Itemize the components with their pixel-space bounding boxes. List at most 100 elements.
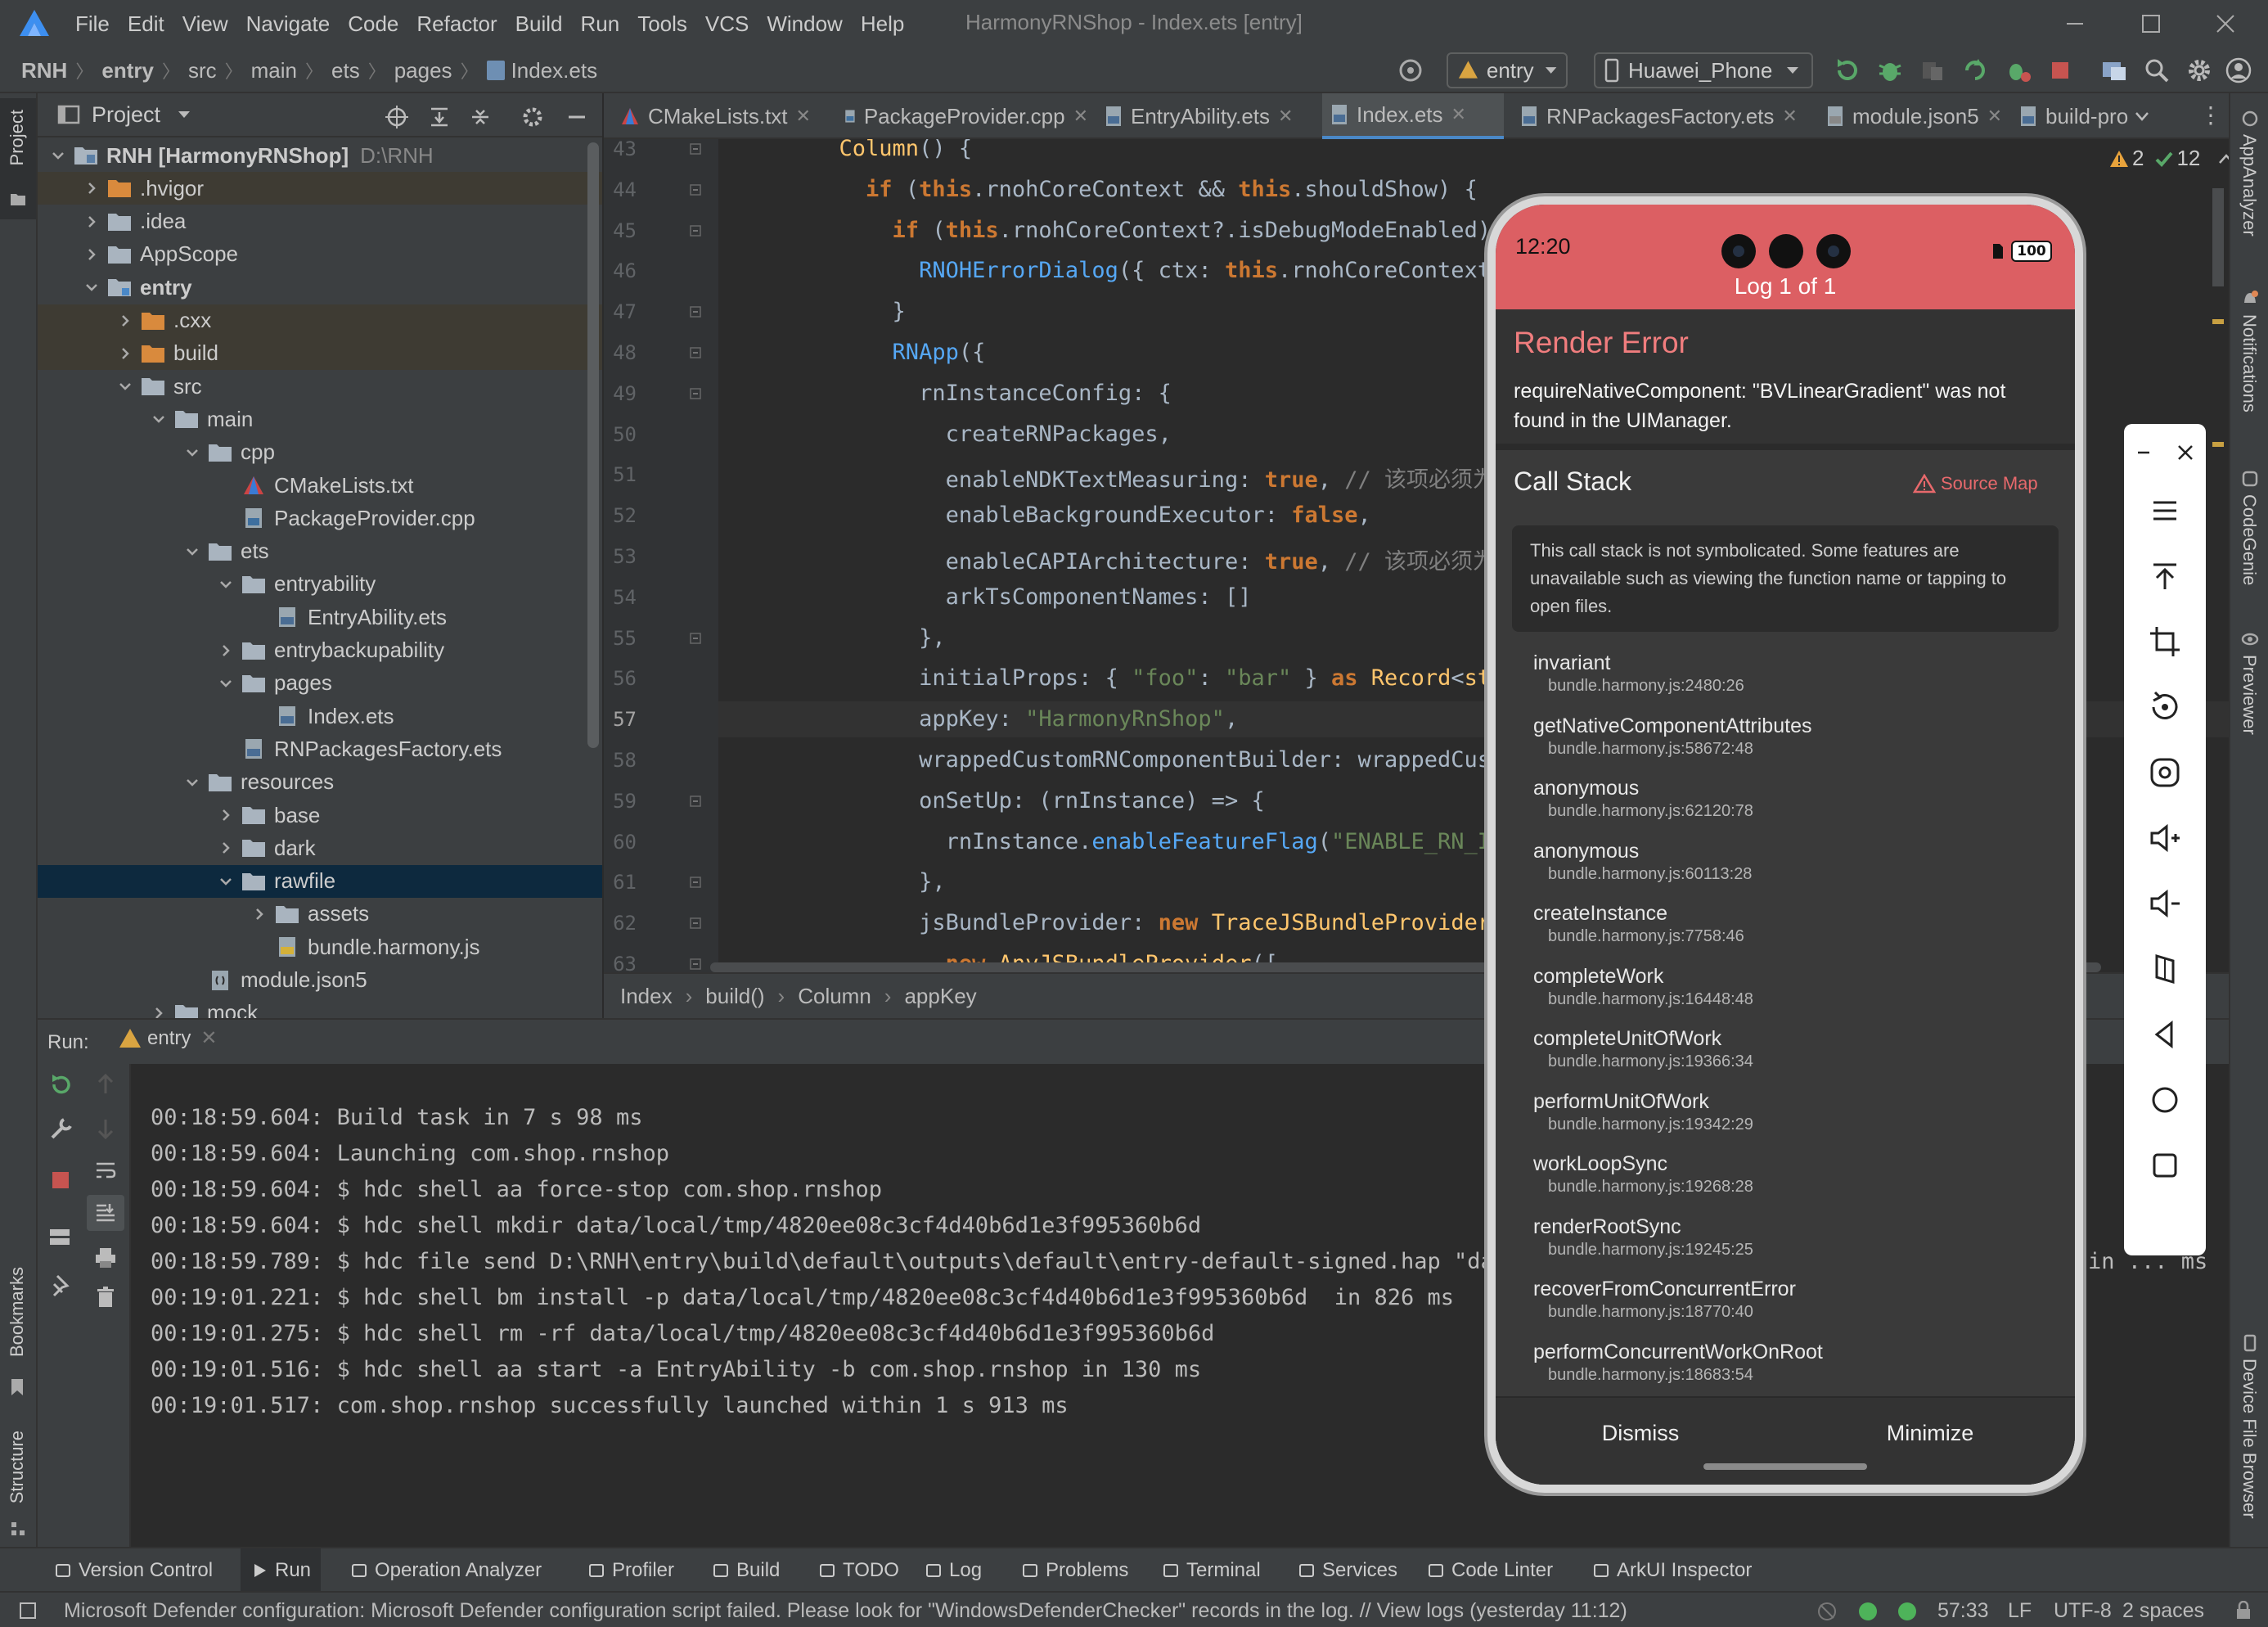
maximize-window-icon[interactable] [2126,7,2175,41]
bottom-tab[interactable]: Run [241,1548,322,1593]
pin-top-icon[interactable] [2145,557,2185,596]
back-icon[interactable] [2145,1015,2185,1054]
menu-tools[interactable]: Tools [637,11,687,37]
hide-panel-icon[interactable] [565,105,589,129]
line-separator[interactable]: LF [2008,1599,2032,1623]
project-view-label[interactable]: Project [92,102,160,128]
minimize-icon[interactable] [2135,448,2152,457]
rerun-icon[interactable] [1833,56,1862,85]
editor-tab[interactable]: module.json5 ✕ [1818,93,2003,139]
run-tab-entry[interactable]: entry ✕ [118,1026,217,1050]
chevron-right-icon[interactable] [218,808,233,823]
close-icon[interactable]: ✕ [200,1026,217,1050]
breadcrumb-item[interactable]: ets [331,58,360,83]
bottom-tab[interactable]: TODO [808,1548,909,1593]
tree-item[interactable]: Index.ets [38,700,602,732]
device-manager-icon[interactable] [2099,56,2129,85]
chevron-down-icon[interactable] [218,676,233,691]
breadcrumb-item[interactable]: RNH [21,58,67,83]
chevron-right-icon[interactable] [218,643,233,658]
breadcrumb-item[interactable]: Index.ets [511,58,598,83]
chevron-down-icon[interactable] [177,110,191,119]
gear-icon[interactable] [2185,56,2214,85]
target-icon[interactable] [1396,56,1425,85]
phone-screen[interactable]: 12:20 100 Log 1 of 1 Render Error requir… [1496,205,2075,1485]
recents-icon[interactable] [2145,1146,2185,1185]
close-icon[interactable]: ✕ [1073,106,1088,127]
stack-frame[interactable]: performUnitOfWork bundle.harmony.js:19342… [1533,1090,1753,1134]
fold-icon[interactable] [2145,949,2185,989]
appanalyzer-tool-button[interactable]: AppAnalyzer [2230,110,2268,273]
inspection-widget[interactable]: 2 12 [2109,146,2229,171]
menu-build[interactable]: Build [515,11,563,37]
pin-icon[interactable] [49,1273,72,1298]
status-indicator-green[interactable] [1898,1602,1916,1620]
layout-icon[interactable] [47,1224,72,1249]
no-power-save-icon[interactable] [1816,1601,1838,1622]
chevron-right-icon[interactable] [84,181,99,196]
chevron-down-icon[interactable] [185,544,200,559]
vertical-scrollbar[interactable] [2212,188,2224,286]
tree-item[interactable]: entrybackupability [38,634,602,667]
chevron-right-icon[interactable] [84,214,99,229]
fold-marker-icon[interactable] [689,346,702,359]
tree-item[interactable]: rawfile [38,864,602,898]
chevron-down-icon[interactable] [118,379,133,394]
menu-run[interactable]: Run [580,11,619,37]
crop-screenshot-icon[interactable] [2145,622,2185,661]
fold-marker-icon[interactable] [689,958,702,971]
chevron-right-icon[interactable] [118,346,133,361]
bottom-tab[interactable]: Terminal [1152,1548,1271,1593]
editor-tab[interactable]: build-pro [2011,93,2175,139]
volume-down-icon[interactable] [2145,884,2185,923]
bottom-tab[interactable]: Log [915,1548,992,1593]
chevron-down-icon[interactable] [151,412,166,426]
run-config-select[interactable]: entry [1447,52,1568,88]
stack-frame[interactable]: workLoopSync bundle.harmony.js:19268:28 [1533,1152,1753,1197]
tree-item[interactable]: bundle.harmony.js [38,931,602,963]
bottom-tab[interactable]: Build [702,1548,790,1593]
more-tabs-icon[interactable]: ⋮ [2199,101,2222,128]
tree-item[interactable]: CMakeLists.txt [38,469,602,502]
fold-marker-icon[interactable] [689,632,702,645]
caret-position[interactable]: 57:33 [1937,1599,1989,1623]
fold-marker-icon[interactable] [689,795,702,808]
fold-marker-icon[interactable] [689,305,702,318]
fold-marker-icon[interactable] [689,917,702,930]
status-indicator-green[interactable] [1859,1602,1877,1620]
search-icon[interactable] [2142,56,2171,85]
tree-item[interactable]: cpp [38,436,602,469]
tree-item[interactable]: assets [38,898,602,931]
tree-item[interactable]: RNH [HarmonyRNShop] D:\RNH [38,139,602,172]
tree-item[interactable]: .cxx [38,304,602,337]
expand-all-icon[interactable] [427,105,452,129]
close-icon[interactable]: ✕ [1451,104,1466,125]
editor-tab[interactable]: PackageProvider.cpp ✕ [836,93,1088,139]
chevron-right-icon[interactable] [84,247,99,262]
tree-item[interactable]: PackageProvider.cpp [38,502,602,534]
stack-frame[interactable]: recoverFromConcurrentError bundle.harmony… [1533,1278,1796,1322]
fold-marker-icon[interactable] [689,183,702,196]
close-window-icon[interactable] [2201,7,2250,41]
tree-item[interactable]: base [38,799,602,832]
previewer-tool-button[interactable]: Previewer [2230,630,2268,827]
breadcrumb-item[interactable]: Column [798,984,871,1009]
source-map-button[interactable]: Source Map [1913,473,2038,494]
chevron-down-icon[interactable] [218,874,233,889]
stack-frame[interactable]: anonymous bundle.harmony.js:62120:78 [1533,777,1753,821]
bottom-tab[interactable]: Profiler [578,1548,684,1593]
project-scrollbar[interactable] [587,142,599,748]
account-icon[interactable] [2224,56,2253,85]
bookmarks-tool-button[interactable]: Bookmarks [0,1255,36,1403]
debug-attach-icon[interactable] [2003,56,2032,85]
rotate-icon[interactable] [2145,687,2185,727]
editor-tab[interactable]: CMakeLists.txt ✕ [612,93,826,139]
stack-frame[interactable]: createInstance bundle.harmony.js:7758:46 [1533,902,1744,946]
menu-navigate[interactable]: Navigate [246,11,331,37]
tree-item[interactable]: dark [38,832,602,864]
breadcrumb-item[interactable]: appKey [904,984,976,1009]
stack-frame[interactable]: invariant bundle.harmony.js:2480:26 [1533,651,1744,696]
menu-help[interactable]: Help [861,11,904,37]
tree-item[interactable]: EntryAbility.ets [38,601,602,633]
tree-item[interactable]: RNPackagesFactory.ets [38,732,602,765]
